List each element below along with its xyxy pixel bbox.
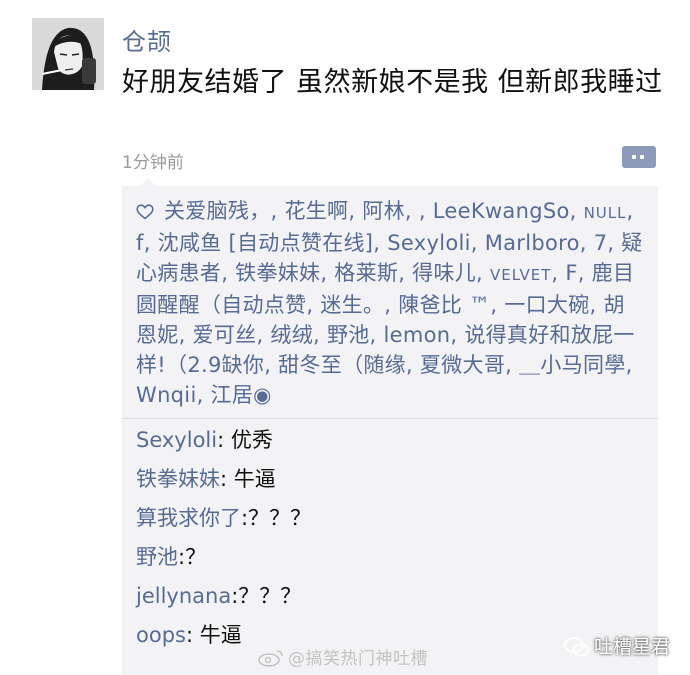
comment-text: :？？？ xyxy=(231,584,302,608)
comment-item[interactable]: 算我求你了:？？？ xyxy=(136,499,644,538)
avatar[interactable] xyxy=(32,18,104,90)
comment-author[interactable]: jellynana xyxy=(136,584,231,608)
comment-text: : 优秀 xyxy=(217,428,273,452)
comment-item[interactable]: jellynana:？？？ xyxy=(136,577,644,616)
dot-icon xyxy=(632,155,636,159)
wechat-account: 吐槽星君 xyxy=(594,636,671,658)
wechat-logo-icon xyxy=(564,637,590,657)
wechat-watermark: 吐槽星君 xyxy=(564,632,670,659)
interaction-panel: 关爱脑残，, 花生啊, 阿林, , LeeKwangSo, NULL, f, 沈… xyxy=(122,186,658,675)
like-segment[interactable]: NULL xyxy=(584,204,627,222)
comment-item[interactable]: 铁拳妹妹: 牛逼 xyxy=(136,460,644,499)
weibo-handle: @搞笑热门神吐槽 xyxy=(288,649,428,669)
comments-list: Sexyloli: 优秀 铁拳妹妹: 牛逼 算我求你了:？？？ 野池:？ jel… xyxy=(122,419,658,655)
post-author[interactable]: 仓颉 xyxy=(122,22,172,57)
comment-item[interactable]: 野池:？ xyxy=(136,538,644,577)
weibo-logo-icon xyxy=(258,649,284,667)
like-segment[interactable]: 关爱脑残，, 花生啊, 阿林, , LeeKwangSo, xyxy=(164,199,584,223)
dot-icon xyxy=(640,155,644,159)
comment-text: : 牛逼 xyxy=(220,467,276,491)
comment-author[interactable]: 野池 xyxy=(136,545,178,569)
comment-author[interactable]: Sexyloli xyxy=(136,428,217,452)
post-text: 好朋友结婚了 虽然新娘不是我 但新郎我睡过 xyxy=(122,67,663,98)
avatar-illustration xyxy=(32,18,104,90)
likes-list: 关爱脑残，, 花生啊, 阿林, , LeeKwangSo, NULL, f, 沈… xyxy=(122,186,658,418)
like-segment[interactable]: VELVET xyxy=(490,266,551,284)
comment-author[interactable]: oops xyxy=(136,623,186,647)
comment-text: :？？？ xyxy=(241,506,312,530)
comment-button[interactable] xyxy=(622,146,656,168)
post-time: 1分钟前 xyxy=(122,153,184,173)
comment-text: :？ xyxy=(178,545,207,569)
comment-author[interactable]: 算我求你了 xyxy=(136,506,241,530)
comment-item[interactable]: Sexyloli: 优秀 xyxy=(136,421,644,460)
comment-author[interactable]: 铁拳妹妹 xyxy=(136,467,220,491)
weibo-watermark: @搞笑热门神吐槽 xyxy=(258,644,428,669)
comment-text: : 牛逼 xyxy=(185,623,242,647)
heart-icon xyxy=(136,198,156,228)
panel-pointer xyxy=(140,178,156,186)
